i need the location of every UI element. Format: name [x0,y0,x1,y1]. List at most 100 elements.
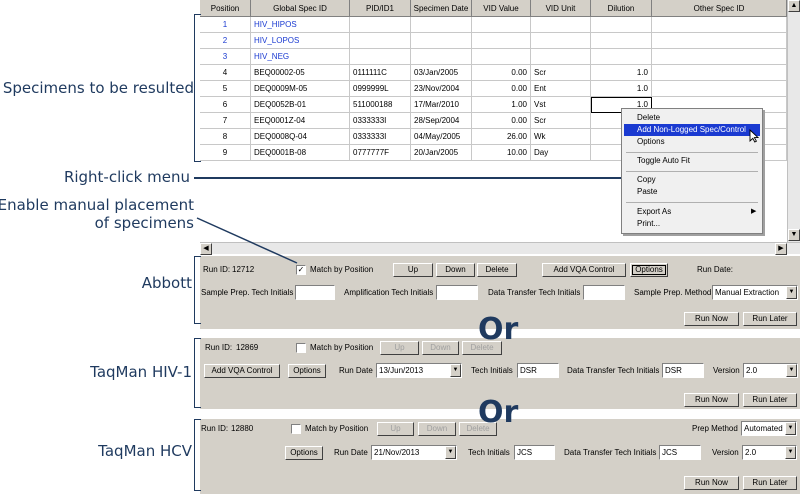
add-vqa-control-button[interactable]: Add VQA Control [542,263,626,277]
table-cell-dil[interactable]: 1.0 [591,81,652,97]
table-cell-date[interactable] [411,17,472,33]
table-cell-spec[interactable]: DEQ0009M-05 [251,81,350,97]
match-by-position-checkbox[interactable] [296,343,306,353]
menu-item-export-as[interactable]: Export As [624,206,760,218]
table-cell-unit[interactable]: Day [531,145,591,161]
table-cell-other[interactable] [652,81,787,97]
table-cell-pos[interactable]: 8 [200,129,251,145]
context-menu[interactable]: Delete Add Non-Logged Spec/Control Optio… [621,108,763,234]
column-header[interactable]: Specimen Date [411,0,472,17]
table-cell-spec[interactable]: DEQ0008Q-04 [251,129,350,145]
table-cell-date[interactable]: 20/Jan/2005 [411,145,472,161]
menu-item-toggle-auto-fit[interactable]: Toggle Auto Fit [624,155,760,167]
table-cell-date[interactable] [411,49,472,65]
amplification-tech-input[interactable] [436,285,478,300]
data-transfer-tech-input[interactable] [583,285,625,300]
table-cell-vid[interactable]: 0.00 [472,113,531,129]
scroll-right-icon[interactable]: ▶ [775,243,787,255]
table-cell-vid[interactable] [472,33,531,49]
table-cell-spec[interactable]: DEQ0052B-01 [251,97,350,113]
up-button[interactable]: Up [393,263,433,277]
column-header[interactable]: PID/ID1 [350,0,411,17]
run-later-button[interactable]: Run Later [743,476,797,490]
table-cell-dil[interactable] [591,33,652,49]
table-cell-other[interactable] [652,17,787,33]
run-later-button[interactable]: Run Later [743,393,797,407]
table-row[interactable]: 4 BEQ00002-05 0111111C 03/Jan/2005 0.00 Scr 1.… [200,65,787,81]
table-cell-pos[interactable]: 6 [200,97,251,113]
grid-vertical-scrollbar[interactable]: ▲ ▼ [787,0,800,242]
table-cell-date[interactable]: 03/Jan/2005 [411,65,472,81]
table-cell-pos[interactable]: 4 [200,65,251,81]
table-cell-pid[interactable] [350,17,411,33]
table-cell-vid[interactable]: 10.00 [472,145,531,161]
table-cell-unit[interactable]: Scr [531,113,591,129]
table-cell-pos[interactable]: 2 [200,33,251,49]
table-cell-unit[interactable] [531,33,591,49]
table-cell-vid[interactable]: 1.00 [472,97,531,113]
table-row[interactable]: 1 HIV_HIPOS [200,17,787,33]
table-cell-unit[interactable] [531,17,591,33]
delete-button[interactable]: Delete [477,263,517,277]
table-cell-date[interactable]: 23/Nov/2004 [411,81,472,97]
table-cell-other[interactable] [652,33,787,49]
table-cell-pos[interactable]: 5 [200,81,251,97]
sample-prep-method-select[interactable]: Manual Extraction ▼ [712,285,798,300]
run-now-button[interactable]: Run Now [684,312,739,326]
table-cell-unit[interactable] [531,49,591,65]
column-header[interactable]: VID Unit [531,0,591,17]
chevron-down-icon[interactable]: ▼ [785,422,796,435]
table-cell-unit[interactable]: Wk [531,129,591,145]
data-transfer-tech-input[interactable]: DSR [662,363,704,378]
table-cell-spec[interactable]: HIV_NEG [251,49,350,65]
up-button[interactable]: Up [380,341,419,355]
table-cell-vid[interactable] [472,49,531,65]
down-button[interactable]: Down [422,341,459,355]
down-button[interactable]: Down [436,263,475,277]
column-header[interactable]: Position [200,0,251,17]
run-now-button[interactable]: Run Now [684,393,739,407]
column-header[interactable]: Global Spec ID [251,0,350,17]
table-cell-pid[interactable]: 0999999L [350,81,411,97]
table-cell-spec[interactable]: DEQ0001B-08 [251,145,350,161]
options-button[interactable]: Options [285,446,323,460]
run-now-button[interactable]: Run Now [684,476,739,490]
run-date-select[interactable]: 21/Nov/2013 ▼ [371,445,457,460]
run-date-select[interactable]: 13/Jun/2013 ▼ [376,363,462,378]
table-cell-other[interactable] [652,65,787,81]
table-cell-pos[interactable]: 1 [200,17,251,33]
options-button[interactable]: Options [630,263,668,277]
table-cell-dil[interactable] [591,49,652,65]
down-button[interactable]: Down [418,422,456,436]
add-vqa-control-button[interactable]: Add VQA Control [204,364,280,378]
table-cell-dil[interactable]: 1.0 [591,65,652,81]
data-transfer-tech-input[interactable]: JCS [659,445,701,460]
table-cell-date[interactable]: 28/Sep/2004 [411,113,472,129]
table-cell-dil[interactable] [591,17,652,33]
scroll-down-icon[interactable]: ▼ [788,229,800,241]
prep-method-select[interactable]: Automated ▼ [741,421,797,436]
table-cell-pid[interactable]: 0777777F [350,145,411,161]
table-cell-date[interactable]: 17/Mar/2010 [411,97,472,113]
column-header[interactable]: Dilution [591,0,652,17]
table-cell-pos[interactable]: 7 [200,113,251,129]
run-later-button[interactable]: Run Later [743,312,797,326]
menu-item-delete[interactable]: Delete [624,112,760,124]
table-cell-pid[interactable] [350,49,411,65]
table-cell-vid[interactable] [472,17,531,33]
version-select[interactable]: 2.0 ▼ [742,445,797,460]
sample-prep-tech-input[interactable] [295,285,335,300]
table-cell-unit[interactable]: Ent [531,81,591,97]
table-cell-spec[interactable]: EEQ0001Z-04 [251,113,350,129]
table-cell-pid[interactable]: 0333333I [350,129,411,145]
table-cell-unit[interactable]: Scr [531,65,591,81]
options-button[interactable]: Options [288,364,326,378]
table-row[interactable]: 2 HIV_LOPOS [200,33,787,49]
column-header[interactable]: Other Spec ID [652,0,787,17]
table-cell-spec[interactable]: HIV_HIPOS [251,17,350,33]
up-button[interactable]: Up [377,422,414,436]
table-row[interactable]: 3 HIV_NEG [200,49,787,65]
table-cell-spec[interactable]: HIV_LOPOS [251,33,350,49]
tech-initials-input[interactable]: DSR [517,363,559,378]
tech-initials-input[interactable]: JCS [514,445,555,460]
